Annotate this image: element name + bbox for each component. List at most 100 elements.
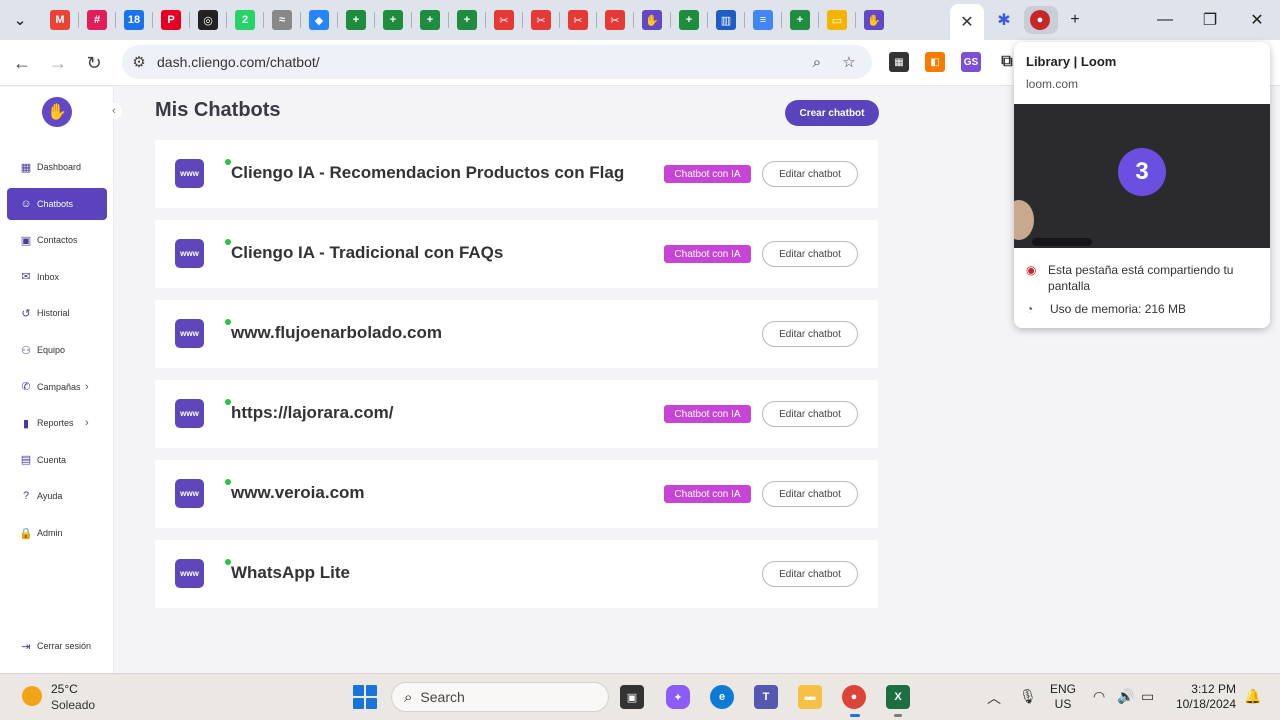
window-minimize-button[interactable]: —	[1155, 10, 1175, 30]
sheets-icon[interactable]: +	[679, 10, 699, 30]
lock-icon: 🔒	[19, 527, 33, 540]
back-arrow-icon[interactable]: ←	[11, 52, 33, 74]
sidebar-item-campanas[interactable]: ✆ Campañas ›	[7, 371, 107, 403]
teams-icon[interactable]: T	[754, 685, 778, 709]
forward-arrow-icon[interactable]: →	[47, 52, 69, 74]
sidebar-item-contactos[interactable]: ▣ Contactos	[7, 224, 107, 256]
weather-temperature[interactable]: 25°C	[51, 682, 78, 696]
website-globe-icon: www	[175, 399, 204, 428]
chatbot-name[interactable]: https://lajorara.com/	[231, 403, 393, 423]
window-close-button[interactable]: ✕	[1247, 10, 1267, 30]
tab-separator	[374, 12, 375, 28]
battery-icon[interactable]: ▭	[1141, 688, 1154, 705]
notification-bell-icon[interactable]: 🔔	[1244, 688, 1261, 705]
gmail-icon[interactable]: M	[50, 10, 70, 30]
sun-icon[interactable]	[22, 686, 42, 706]
excel-icon[interactable]: X	[886, 685, 910, 709]
sidebar-item-chatbots[interactable]: ☺ Chatbots	[7, 187, 107, 220]
new-tab-plus-icon[interactable]: +	[1065, 10, 1085, 30]
windows-start-button[interactable]	[353, 685, 377, 709]
sheets-icon[interactable]: +	[420, 10, 440, 30]
edit-chatbot-button[interactable]: Editar chatbot	[762, 241, 858, 267]
cliengo-logo[interactable]: ✋	[42, 97, 72, 127]
edit-chatbot-button[interactable]: Editar chatbot	[762, 401, 858, 427]
chatgpt-icon[interactable]: ◎	[198, 10, 218, 30]
qr-code-icon[interactable]: ▦	[889, 52, 909, 72]
chrome-icon[interactable]: ●	[842, 685, 866, 709]
scissors-icon[interactable]: ✂	[494, 10, 514, 30]
weather-description[interactable]: Soleado	[51, 698, 95, 712]
pinterest-icon[interactable]: P	[161, 10, 181, 30]
file-explorer-icon[interactable]: ▬	[798, 685, 822, 709]
app-sidebar: ✋ ‹ ▦ Dashboard ☺ Chatbots ▣ Contactos ✉ Inbox ↺…	[0, 87, 122, 673]
chatbot-name[interactable]: WhatsApp Lite	[231, 563, 350, 583]
sheets-icon[interactable]: +	[346, 10, 366, 30]
chatbot-icon: ☺	[20, 197, 32, 210]
tab-search-icon[interactable]: ⌄	[10, 10, 30, 30]
sidebar-item-cuenta[interactable]: ▤ Cuenta	[7, 444, 107, 476]
sheets-icon[interactable]: +	[383, 10, 403, 30]
tab-separator	[633, 12, 634, 28]
edit-chatbot-button[interactable]: Editar chatbot	[762, 561, 858, 587]
tab-hover-card: Library | Loom loom.com 3 ◉ Esta pestaña…	[1014, 42, 1270, 328]
reload-icon[interactable]: ↻	[83, 52, 105, 74]
slack-icon[interactable]: #	[87, 10, 107, 30]
tray-chevron-up-icon[interactable]: ︿	[987, 688, 1001, 708]
create-chatbot-button[interactable]: Crear chatbot	[785, 100, 879, 126]
loom-tab[interactable]: ●	[1024, 6, 1058, 34]
chatbot-name[interactable]: www.veroia.com	[231, 483, 365, 503]
sidebar-item-dashboard[interactable]: ▦ Dashboard	[7, 151, 107, 183]
cliengo-icon[interactable]: ✋	[642, 10, 662, 30]
sidebar-item-inbox[interactable]: ✉ Inbox	[7, 261, 107, 293]
cliengo-icon[interactable]: ✋	[864, 10, 884, 30]
jira-icon[interactable]: ◆	[309, 10, 329, 30]
edit-chatbot-button[interactable]: Editar chatbot	[762, 161, 858, 187]
sheets-icon[interactable]: +	[457, 10, 477, 30]
volume-icon[interactable]: 🔊	[1117, 688, 1134, 705]
sidebar-item-ayuda[interactable]: ? Ayuda	[7, 480, 107, 512]
active-tab-close-icon[interactable]: ✕	[950, 4, 984, 40]
docs-icon[interactable]: ≡	[753, 10, 773, 30]
wifi-icon[interactable]: ◠	[1093, 688, 1105, 705]
system-clock[interactable]: 3:12 PM 10/18/2024	[1170, 682, 1236, 712]
zoom-icon[interactable]: ⌕	[808, 53, 826, 71]
chatbot-name[interactable]: Cliengo IA - Tradicional con FAQs	[231, 243, 503, 263]
task-view-icon[interactable]: ▣	[620, 685, 644, 709]
sidebar-item-historial[interactable]: ↺ Historial	[7, 297, 107, 329]
extension-icon[interactable]: ◧	[925, 52, 945, 72]
language-code: ENG	[1050, 682, 1077, 696]
rss-icon[interactable]: ≈	[272, 10, 292, 30]
calendar-icon[interactable]: 18	[124, 10, 144, 30]
scissors-icon[interactable]: ✂	[605, 10, 625, 30]
site-settings-icon[interactable]: ⚙	[130, 53, 148, 71]
bookmark-star-icon[interactable]: ☆	[840, 53, 858, 71]
sidebar-item-equipo[interactable]: ⚇ Equipo	[7, 334, 107, 366]
whatsapp-icon[interactable]: 2	[235, 10, 255, 30]
sidebar-item-reportes[interactable]: ▮ Reportes ›	[7, 407, 107, 439]
address-bar[interactable]: ⚙ dash.cliengo.com/chatbot/ ⌕ ☆	[122, 45, 872, 79]
tab-separator	[189, 12, 190, 28]
extension-gs-icon[interactable]: GS	[961, 52, 981, 72]
window-restore-button[interactable]: ❐	[1200, 10, 1220, 30]
sidebar-item-label: Dashboard	[37, 162, 82, 172]
scissors-icon[interactable]: ✂	[531, 10, 551, 30]
copilot-icon[interactable]: ✦	[666, 685, 690, 709]
edge-icon[interactable]: e	[710, 685, 734, 709]
chatbot-name[interactable]: www.flujoenarbolado.com	[231, 323, 442, 343]
logout-button[interactable]: ⇥ Cerrar sesión	[7, 630, 107, 662]
scissors-icon[interactable]: ✂	[568, 10, 588, 30]
sheets-icon[interactable]: +	[790, 10, 810, 30]
chatbot-name[interactable]: Cliengo IA - Recomendacion Productos con…	[231, 163, 624, 183]
slides-icon[interactable]: ▭	[827, 10, 847, 30]
sidebar-item-admin[interactable]: 🔒 Admin	[7, 517, 107, 549]
intercom-icon[interactable]: ▥	[716, 10, 736, 30]
url-text[interactable]: dash.cliengo.com/chatbot/	[157, 54, 320, 70]
edit-chatbot-button[interactable]: Editar chatbot	[762, 481, 858, 507]
input-language[interactable]: ENG US	[1050, 682, 1076, 712]
settings-tab-icon[interactable]: ✱	[994, 10, 1014, 30]
recording-controls-bar	[1032, 238, 1092, 246]
microphone-icon[interactable]: 🎙	[1019, 688, 1037, 705]
collapse-sidebar-icon[interactable]: ‹	[106, 103, 122, 119]
taskbar-search[interactable]: ⌕ Search	[391, 682, 609, 712]
edit-chatbot-button[interactable]: Editar chatbot	[762, 321, 858, 347]
